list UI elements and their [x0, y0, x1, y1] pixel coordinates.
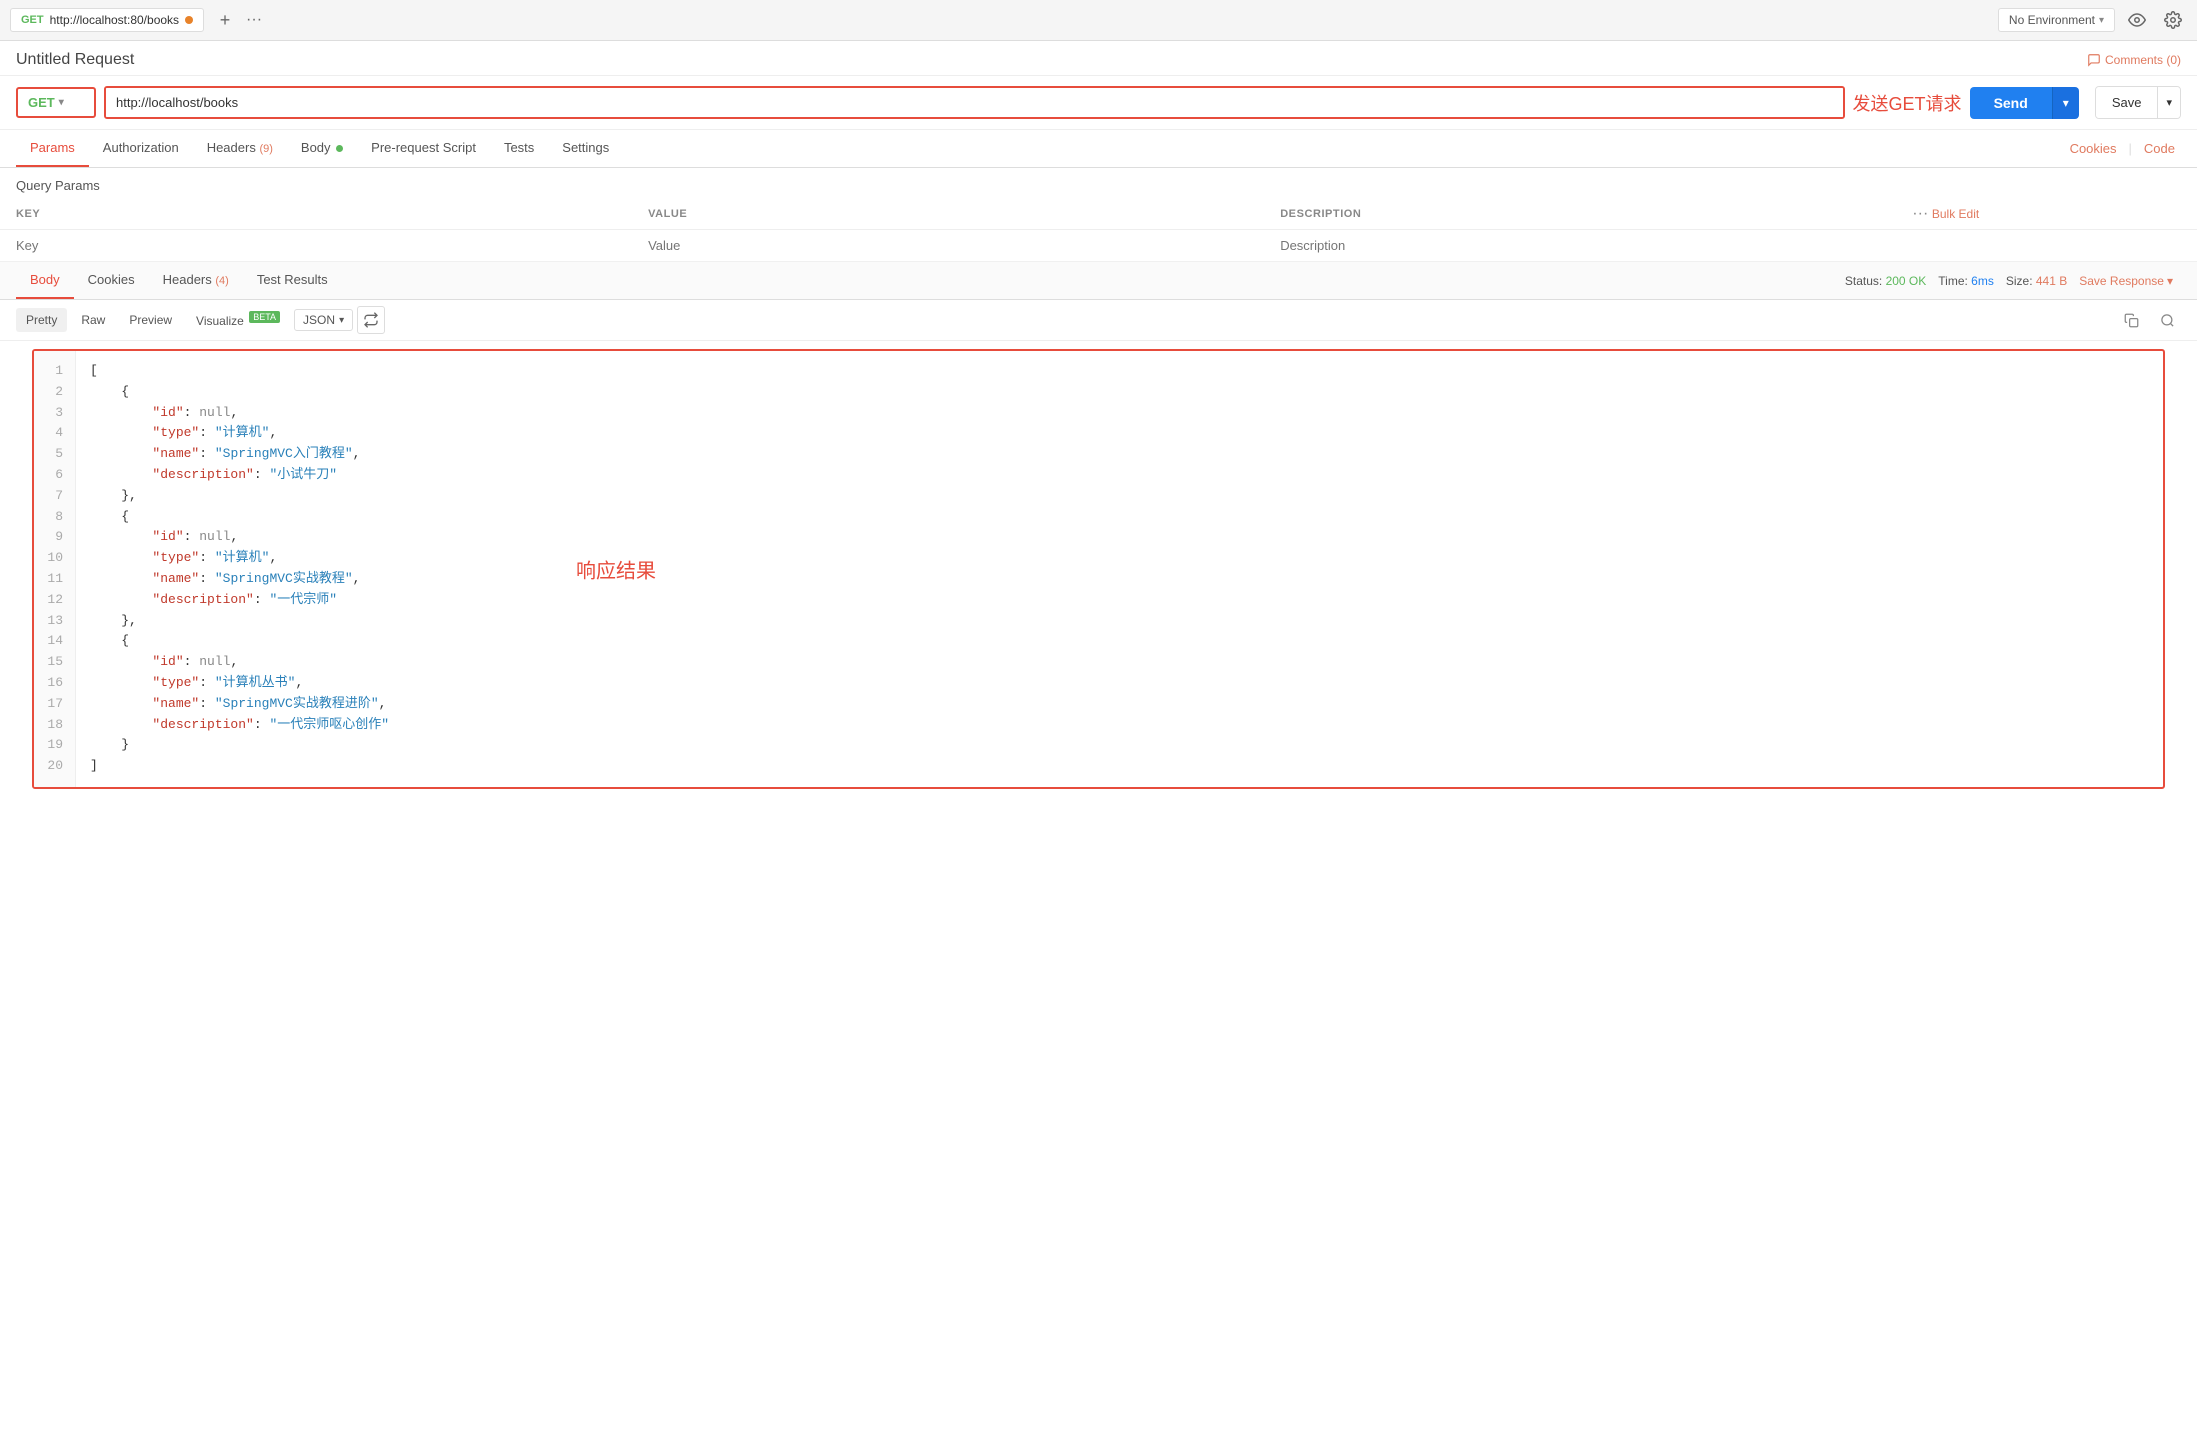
tab-right-actions: Cookies | Code: [2064, 131, 2181, 166]
response-section: Body Cookies Headers (4) Test Results St…: [0, 262, 2197, 789]
fmt-pretty[interactable]: Pretty: [16, 308, 67, 332]
resp-tab-test-results[interactable]: Test Results: [243, 262, 342, 299]
beta-badge: BETA: [249, 311, 280, 323]
save-dropdown-button[interactable]: ▾: [2157, 87, 2180, 118]
tab-authorization[interactable]: Authorization: [89, 130, 193, 167]
tab-tests[interactable]: Tests: [490, 130, 548, 167]
bulk-edit-button[interactable]: Bulk Edit: [1932, 207, 1979, 221]
url-input[interactable]: [106, 88, 1843, 117]
more-tabs-button[interactable]: ···: [246, 11, 262, 29]
tab-headers[interactable]: Headers (9): [193, 130, 287, 167]
code-content: [ { "id": null, "type": "计算机", "name": "…: [76, 351, 2163, 787]
resp-tab-cookies[interactable]: Cookies: [74, 262, 149, 299]
chevron-down-icon: ▾: [2099, 15, 2104, 26]
size-stat: Size: 441 B: [2006, 274, 2067, 288]
copy-button[interactable]: [2117, 306, 2145, 334]
send-annotation: 发送GET请求: [1853, 90, 1962, 116]
col-actions: ··· Bulk Edit: [1896, 199, 2197, 230]
tab-pre-script[interactable]: Pre-request Script: [357, 130, 490, 167]
fmt-raw[interactable]: Raw: [71, 308, 115, 332]
request-title: Untitled Request: [16, 51, 134, 69]
format-bar: Pretty Raw Preview Visualize BETA JSON ▾: [0, 300, 2197, 341]
title-bar: Untitled Request Comments (0): [0, 41, 2197, 76]
time-stat: Time: 6ms: [1938, 274, 1994, 288]
fmt-preview[interactable]: Preview: [119, 308, 182, 332]
status-value: 200 OK: [1886, 274, 1927, 288]
param-placeholder-row: [0, 230, 2197, 262]
tab-method: GET: [21, 14, 44, 26]
method-label: GET: [28, 95, 55, 110]
status-stat: Status: 200 OK: [1845, 274, 1926, 288]
more-options-button[interactable]: ···: [1912, 205, 1928, 223]
send-button-group: Send ▾: [1970, 87, 2079, 119]
env-label: No Environment: [2009, 13, 2095, 27]
send-button[interactable]: Send: [1970, 87, 2052, 119]
body-dot: [336, 145, 343, 152]
eye-icon-button[interactable]: [2123, 6, 2151, 34]
key-input[interactable]: [16, 238, 616, 253]
value-input[interactable]: [648, 238, 1248, 253]
description-input[interactable]: [1280, 238, 1880, 253]
tab-url: http://localhost:80/books: [50, 13, 179, 27]
top-bar: GET http://localhost:80/books + ··· No E…: [0, 0, 2197, 41]
tab-settings[interactable]: Settings: [548, 130, 623, 167]
col-value: VALUE: [632, 199, 1264, 230]
fmt-visualize[interactable]: Visualize BETA: [186, 307, 290, 333]
response-tabs: Body Cookies Headers (4) Test Results St…: [0, 262, 2197, 300]
format-bar-right: [2117, 306, 2181, 334]
response-status-bar: Status: 200 OK Time: 6ms Size: 441 B Sav…: [1837, 274, 2181, 288]
headers-badge: (9): [259, 143, 272, 155]
save-response-button[interactable]: Save Response ▾: [2079, 274, 2173, 288]
gear-icon-button[interactable]: [2159, 6, 2187, 34]
resp-tab-headers[interactable]: Headers (4): [149, 262, 243, 299]
size-value: 441 B: [2036, 274, 2067, 288]
save-button-group: Save ▾: [2095, 86, 2181, 119]
request-tabs: Params Authorization Headers (9) Body Pr…: [0, 130, 2197, 168]
method-selector[interactable]: GET ▾: [16, 87, 96, 118]
search-button[interactable]: [2153, 306, 2181, 334]
tab-body[interactable]: Body: [287, 130, 357, 167]
code-area-wrapper: 1 2 3 4 5 6 7 8 9 10 11 12 13 14 15 16 1…: [16, 349, 2181, 789]
params-table: KEY VALUE DESCRIPTION ··· Bulk Edit: [0, 199, 2197, 262]
comments-button[interactable]: Comments (0): [2087, 53, 2181, 67]
resp-tab-body[interactable]: Body: [16, 262, 74, 299]
environment-selector[interactable]: No Environment ▾: [1998, 8, 2115, 32]
json-chevron-icon: ▾: [339, 315, 344, 326]
url-input-wrapper: [104, 86, 1845, 119]
query-params-label: Query Params: [0, 168, 2197, 199]
top-bar-right: No Environment ▾: [1998, 6, 2187, 34]
wrap-button[interactable]: [357, 306, 385, 334]
json-format-selector[interactable]: JSON ▾: [294, 309, 353, 331]
col-key: KEY: [0, 199, 632, 230]
col-description: DESCRIPTION: [1264, 199, 1896, 230]
tab-params[interactable]: Params: [16, 130, 89, 167]
query-params-section: Query Params KEY VALUE DESCRIPTION ··· B…: [0, 168, 2197, 262]
method-chevron-icon: ▾: [59, 97, 64, 108]
line-numbers: 1 2 3 4 5 6 7 8 9 10 11 12 13 14 15 16 1…: [34, 351, 76, 787]
code-area[interactable]: 1 2 3 4 5 6 7 8 9 10 11 12 13 14 15 16 1…: [32, 349, 2165, 789]
comments-label: Comments (0): [2105, 53, 2181, 67]
time-value: 6ms: [1971, 274, 1994, 288]
send-dropdown-button[interactable]: ▾: [2052, 87, 2079, 119]
url-bar: GET ▾ 发送GET请求 Send ▾ Save ▾: [0, 76, 2197, 130]
save-button[interactable]: Save: [2096, 87, 2158, 118]
code-link[interactable]: Code: [2138, 131, 2181, 166]
cookies-link[interactable]: Cookies: [2064, 131, 2123, 166]
new-tab-button[interactable]: +: [212, 7, 238, 33]
resp-headers-badge: (4): [215, 275, 228, 287]
browser-tab[interactable]: GET http://localhost:80/books: [10, 8, 204, 32]
tab-dot: [185, 16, 193, 24]
